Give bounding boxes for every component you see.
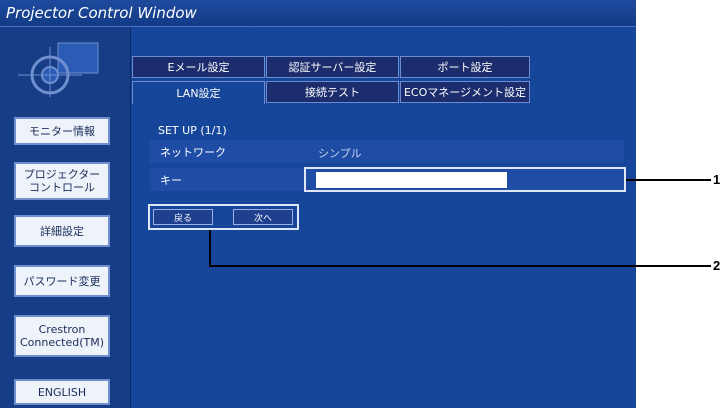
- tab-label: 接続テスト: [305, 86, 360, 99]
- sidebar-item-label: Crestron Connected(TM): [19, 323, 105, 349]
- sidebar-item-label: 詳細設定: [40, 224, 84, 238]
- window-title: Projector Control Window: [6, 4, 197, 22]
- tab-label: ECOマネージメント設定: [403, 86, 527, 99]
- sidebar-item-detailed-settings[interactable]: 詳細設定: [14, 215, 110, 247]
- tab-label: 認証サーバー設定: [288, 61, 377, 74]
- callout-number-1: 1: [713, 172, 721, 187]
- back-button-label: 戻る: [173, 213, 192, 224]
- callout-line-1: [626, 179, 711, 181]
- key-input[interactable]: [316, 172, 507, 188]
- callout-line-2-vertical: [209, 230, 211, 267]
- sidebar-item-crestron[interactable]: Crestron Connected(TM): [14, 315, 110, 357]
- sidebar-item-label: パスワード変更: [23, 274, 101, 288]
- next-button-label: 次へ: [253, 213, 272, 224]
- sidebar-item-label: ENGLISH: [37, 385, 87, 399]
- sidebar-item-projector-control[interactable]: プロジェクター コントロール: [14, 162, 110, 200]
- tab-label: LAN設定: [176, 87, 221, 100]
- tab-label: ポート設定: [437, 61, 493, 74]
- tab-connection-test[interactable]: 接続テスト: [266, 81, 399, 103]
- tab-eco-management[interactable]: ECOマネージメント設定: [400, 81, 530, 103]
- sidebar-item-monitor-info[interactable]: モニター情報: [14, 117, 110, 145]
- projector-logo-icon: [18, 42, 99, 97]
- back-button[interactable]: 戻る: [153, 209, 213, 225]
- tab-lan-settings[interactable]: LAN設定: [132, 81, 265, 104]
- tab-label: Eメール設定: [167, 61, 230, 74]
- title-bar: Projector Control Window: [0, 0, 636, 27]
- projector-control-window: Projector Control Window モニター情報 プロジェクター …: [0, 0, 636, 408]
- key-label: キー: [160, 174, 182, 187]
- setup-page-label: SET UP (1/1): [158, 124, 227, 137]
- network-row: ネットワーク: [150, 140, 624, 163]
- next-button[interactable]: 次へ: [233, 209, 293, 225]
- sidebar-item-label: プロジェクター コントロール: [23, 168, 101, 194]
- network-value: シンプル: [318, 147, 362, 160]
- sidebar-item-label: モニター情報: [29, 124, 95, 138]
- callout-number-2: 2: [713, 258, 721, 273]
- network-label: ネットワーク: [160, 146, 226, 159]
- tab-email-settings[interactable]: Eメール設定: [132, 56, 265, 78]
- callout-line-2-horizontal: [209, 265, 711, 267]
- sidebar-item-change-password[interactable]: パスワード変更: [14, 265, 110, 297]
- sidebar: モニター情報 プロジェクター コントロール 詳細設定 パスワード変更 Crest…: [0, 27, 130, 408]
- tab-auth-server-settings[interactable]: 認証サーバー設定: [266, 56, 399, 78]
- sidebar-item-english[interactable]: ENGLISH: [14, 379, 110, 405]
- tab-port-settings[interactable]: ポート設定: [400, 56, 530, 78]
